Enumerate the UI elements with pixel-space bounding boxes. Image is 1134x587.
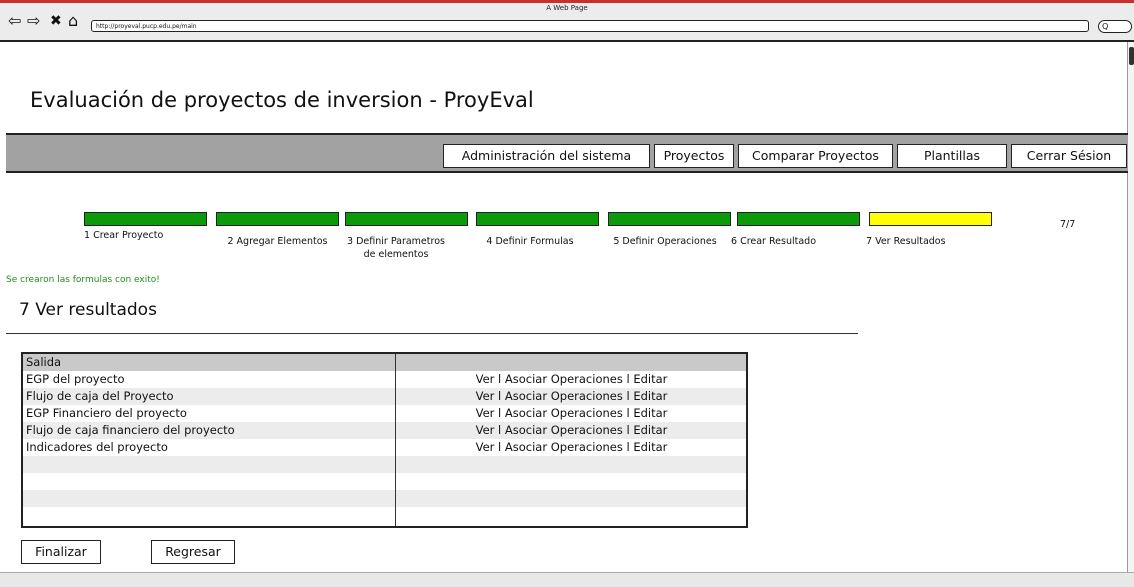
step-5-label: 5 Definir Operaciones — [613, 236, 717, 247]
row-actions-links[interactable]: Ver l Asociar Operaciones l Editar — [397, 388, 746, 405]
search-icon: Q — [1102, 22, 1109, 31]
menu-logout-button[interactable]: Cerrar Sésion — [1011, 144, 1127, 168]
forward-icon[interactable]: ⇨ — [27, 13, 40, 29]
address-bar[interactable]: http://proyeval.pucp.edu.pe/main — [91, 20, 1089, 32]
output-name: EGP Financiero del proyecto — [26, 406, 187, 420]
step-7-bar — [869, 212, 992, 226]
menu-compare-button[interactable]: Comparar Proyectos — [738, 144, 893, 168]
window-top-strip — [0, 0, 1134, 3]
table-header-output: Salida — [26, 355, 62, 369]
table-row: EGP del proyecto Ver l Asociar Operacion… — [23, 371, 746, 388]
step-2-bar — [216, 212, 339, 226]
row-actions-links[interactable]: Ver l Asociar Operaciones l Editar — [397, 371, 746, 388]
back-button[interactable]: Regresar — [151, 540, 235, 564]
results-table: Salida EGP del proyecto Ver l Asociar Op… — [21, 352, 748, 528]
output-name: Flujo de caja del Proyecto — [26, 389, 174, 403]
finish-button[interactable]: Finalizar — [21, 540, 101, 564]
step-counter: 7/7 — [1060, 219, 1076, 230]
row-actions-links[interactable]: Ver l Asociar Operaciones l Editar — [397, 439, 746, 456]
horizontal-scrollbar[interactable] — [0, 572, 1134, 587]
step-3-label: 3 Definir Parametros de elementos — [347, 236, 445, 260]
table-row — [23, 473, 746, 490]
success-message: Se crearon las formulas con exito! — [6, 275, 160, 285]
page-title: Evaluación de proyectos de inversion - P… — [30, 88, 534, 112]
table-row: EGP Financiero del proyecto Ver l Asocia… — [23, 405, 746, 422]
table-row — [23, 507, 746, 524]
output-name: EGP del proyecto — [26, 372, 125, 386]
step-3-bar — [345, 212, 468, 226]
vertical-scrollbar[interactable] — [1127, 42, 1134, 572]
scrollbar-thumb[interactable] — [1129, 47, 1134, 65]
window-title: A Web Page — [546, 4, 588, 12]
menu-projects-button[interactable]: Proyectos — [654, 144, 734, 168]
row-actions-links[interactable]: Ver l Asociar Operaciones l Editar — [397, 422, 746, 439]
browser-search-field[interactable]: Q — [1098, 20, 1132, 33]
section-divider — [6, 333, 858, 334]
step-7-label: 7 Ver Resultados — [866, 236, 946, 247]
table-row — [23, 490, 746, 507]
stop-icon[interactable]: ✖ — [50, 13, 62, 29]
step-4-label: 4 Definir Formulas — [486, 236, 574, 247]
table-row: Flujo de caja financiero del proyecto Ve… — [23, 422, 746, 439]
step-1-bar — [84, 212, 207, 226]
step-5-bar — [608, 212, 731, 226]
output-name: Indicadores del proyecto — [26, 440, 168, 454]
table-row: Indicadores del proyecto Ver l Asociar O… — [23, 439, 746, 456]
table-row: Flujo de caja del Proyecto Ver l Asociar… — [23, 388, 746, 405]
section-title: 7 Ver resultados — [19, 300, 157, 320]
step-2-label: 2 Agregar Elementos — [227, 236, 328, 247]
menu-admin-button[interactable]: Administración del sistema — [443, 144, 650, 168]
back-icon[interactable]: ⇦ — [8, 13, 21, 29]
menu-templates-button[interactable]: Plantillas — [897, 144, 1007, 168]
table-row — [23, 456, 746, 473]
step-1-label: 1 Crear Proyecto — [84, 230, 164, 241]
table-header-row: Salida — [23, 354, 746, 371]
home-icon[interactable]: ⌂ — [68, 13, 78, 29]
output-name: Flujo de caja financiero del proyecto — [26, 423, 235, 437]
step-4-bar — [476, 212, 599, 226]
step-6-bar — [737, 212, 860, 226]
row-actions-links[interactable]: Ver l Asociar Operaciones l Editar — [397, 405, 746, 422]
step-6-label: 6 Crear Resultado — [731, 236, 817, 247]
column-divider — [395, 354, 396, 526]
